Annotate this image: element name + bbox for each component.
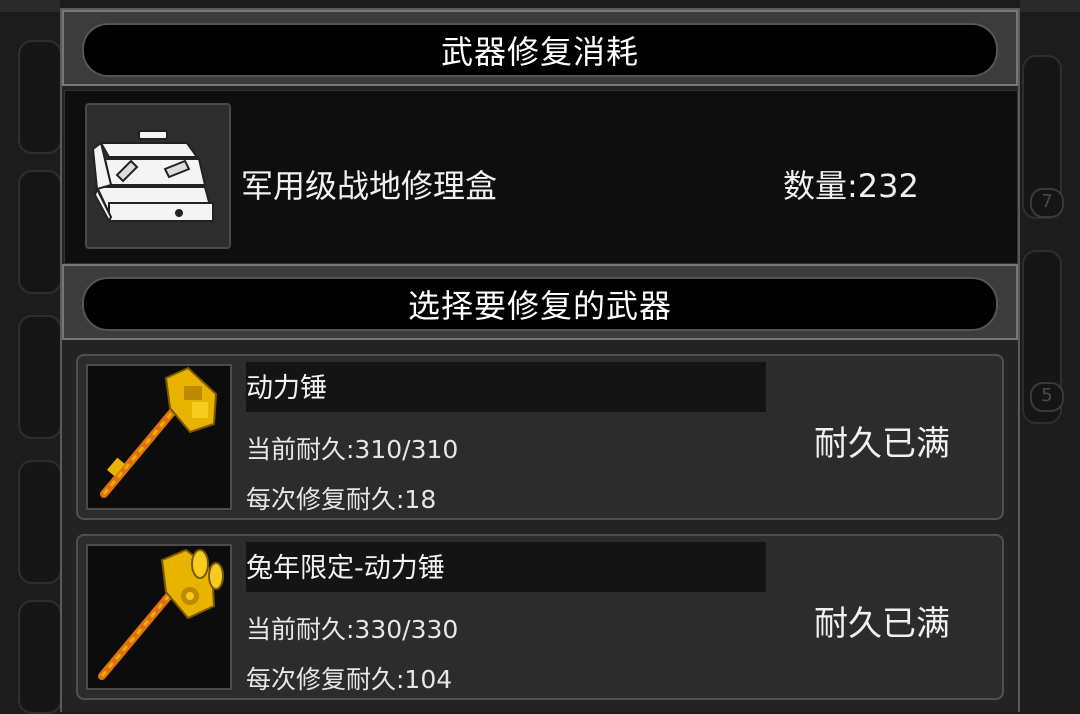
cost-title-bar: 武器修复消耗 <box>62 10 1018 86</box>
cost-title: 武器修复消耗 <box>82 23 998 77</box>
toolbox-icon <box>85 103 231 249</box>
background-count-badge: 5 <box>1030 382 1064 412</box>
rabbit-power-hammer-icon <box>86 544 232 690</box>
weapon-name: 兔年限定-动力锤 <box>246 553 445 584</box>
weapon-card-rabbit-power-hammer[interactable]: 兔年限定-动力锤 当前耐久:330/330 每次修复耐久:104 耐久已满 <box>76 534 1004 700</box>
background-slot <box>18 600 62 714</box>
background-slot <box>18 40 62 154</box>
select-title-bar: 选择要修复的武器 <box>62 264 1018 340</box>
background-slot <box>18 460 62 584</box>
weapon-current-durability: 当前耐久:330/330 <box>246 615 459 644</box>
weapon-current-durability: 当前耐久:310/310 <box>246 435 459 464</box>
consumable-name: 军用级战地修理盒 <box>241 167 498 205</box>
background-slot <box>18 170 62 294</box>
select-weapon-title: 选择要修复的武器 <box>82 277 998 331</box>
weapon-card-power-hammer[interactable]: 动力锤 当前耐久:310/310 每次修复耐久:18 耐久已满 <box>76 354 1004 520</box>
power-hammer-icon <box>86 364 232 510</box>
background-top-bar <box>1020 0 1080 12</box>
background-count-badge: 7 <box>1030 188 1064 218</box>
consumable-panel: 军用级战地修理盒 数量:232 <box>64 90 1018 264</box>
consumable-quantity: 数量:232 <box>783 167 919 205</box>
weapon-durability-status: 耐久已满 <box>814 604 950 644</box>
weapon-repair-per-use: 每次修复耐久:18 <box>246 485 437 514</box>
weapon-repair-dialog: 武器修复消耗 军用级战地修理盒 数量:232 选择要修复的武器 动力锤 当前耐久… <box>60 8 1020 712</box>
weapon-repair-per-use: 每次修复耐久:104 <box>246 665 453 694</box>
weapon-durability-status: 耐久已满 <box>814 424 950 464</box>
background-slot <box>18 315 62 439</box>
weapon-name: 动力锤 <box>246 373 327 404</box>
background-top-bar <box>0 0 60 12</box>
